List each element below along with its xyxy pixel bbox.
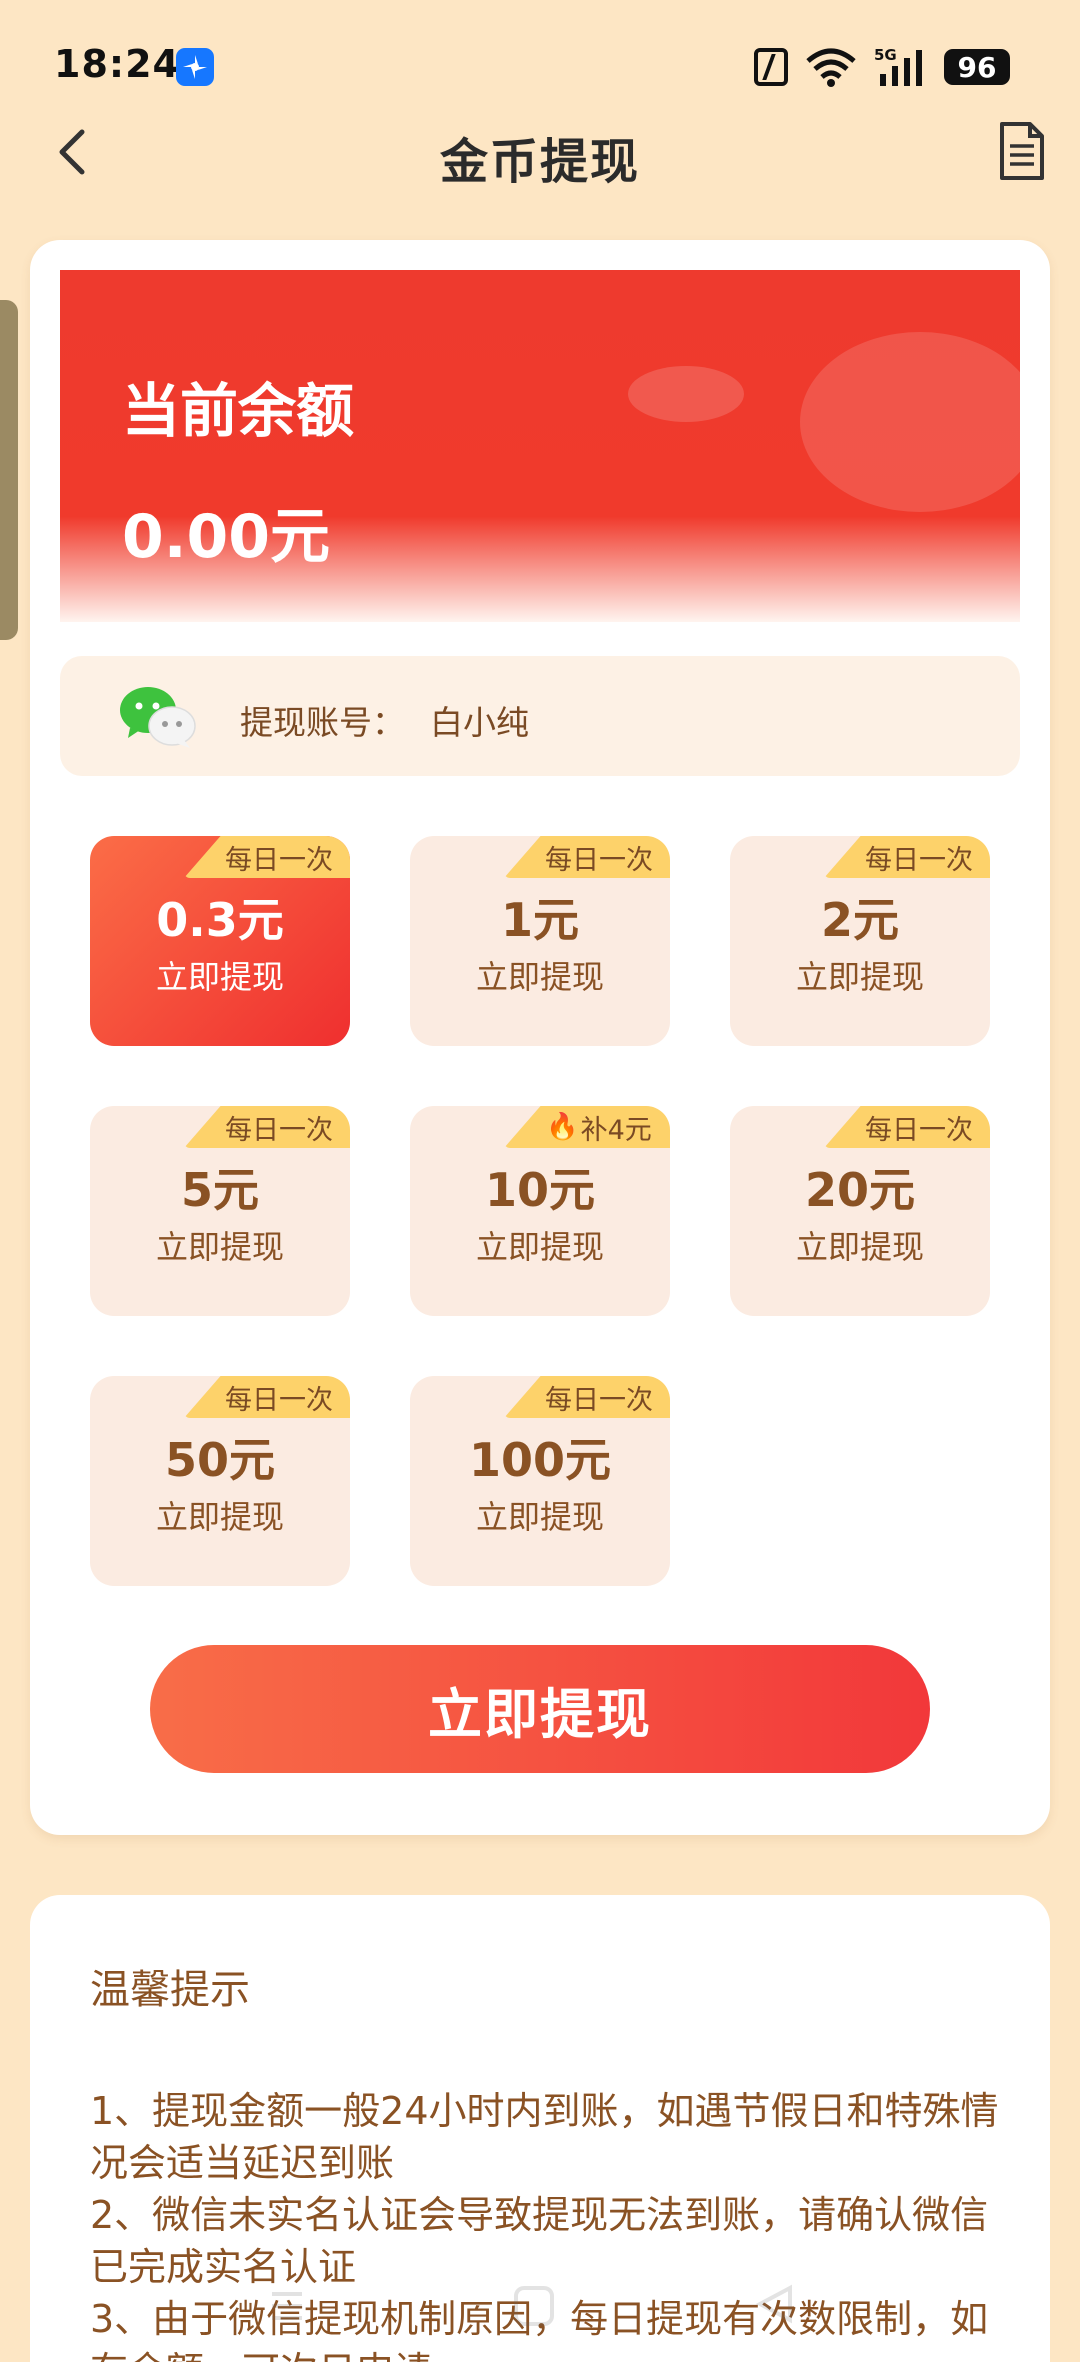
option-amount: 20元	[804, 1163, 915, 1217]
withdraw-account: 提现账号： 白小纯	[60, 656, 1020, 776]
option-amount: 100元	[468, 1433, 612, 1487]
cellular-signal-icon: 5G	[874, 46, 922, 86]
option-tag: 每日一次	[184, 836, 350, 878]
option-action-label: 立即提现	[795, 958, 924, 996]
withdraw-record-icon[interactable]	[998, 120, 1046, 182]
status-bar: 18:24 5G 96	[0, 0, 1080, 120]
option-amount: 5元	[180, 1163, 259, 1217]
app-notification-icon	[176, 48, 214, 86]
home-nav-icon	[514, 2286, 554, 2326]
option-tag: 🔥 补4元	[504, 1106, 670, 1148]
wechat-icon	[120, 687, 196, 748]
withdraw-option-1[interactable]: 每日一次 1元 立即提现	[410, 836, 670, 1046]
account-name: 白小纯	[430, 703, 529, 742]
option-tag: 每日一次	[824, 1106, 990, 1148]
withdraw-page: 18:24 5G 96 金币提现 当前余额 0.00元 提现账号： 白小纯 每日…	[0, 0, 1080, 2362]
side-drawer-handle[interactable]	[0, 300, 18, 640]
decorative-bubble	[628, 366, 744, 422]
option-amount: 1元	[500, 893, 579, 947]
withdraw-card: 当前余额 0.00元 提现账号： 白小纯 每日一次 0.3元 立即提现 每日一次…	[30, 240, 1050, 1835]
header: 金币提现	[0, 110, 1080, 194]
option-amount: 0.3元	[156, 893, 284, 947]
option-action-label: 立即提现	[475, 1228, 604, 1266]
menu-nav-icon	[272, 2292, 302, 2320]
option-tag: 每日一次	[504, 1376, 670, 1418]
nfc-icon	[754, 48, 788, 86]
tip-item: 2、微信未实名认证会导致提现无法到账，请确认微信已完成实名认证	[90, 2193, 989, 2289]
account-label: 提现账号：	[240, 703, 405, 742]
fire-icon: 🔥	[546, 1112, 579, 1142]
withdraw-option-10[interactable]: 🔥 补4元 10元 立即提现	[410, 1106, 670, 1316]
decorative-bubble	[800, 332, 1020, 512]
back-nav-icon	[755, 2284, 792, 2324]
option-tag: 每日一次	[184, 1106, 350, 1148]
withdraw-option-20[interactable]: 每日一次 20元 立即提现	[730, 1106, 990, 1316]
status-time: 18:24	[54, 42, 180, 86]
page-title: 金币提现	[439, 134, 640, 190]
option-action-label: 立即提现	[155, 1228, 284, 1266]
option-tag: 每日一次	[824, 836, 990, 878]
option-amount: 10元	[484, 1163, 595, 1217]
option-amount: 50元	[164, 1433, 275, 1487]
balance-value: 0.00元	[122, 502, 331, 572]
option-tag: 每日一次	[184, 1376, 350, 1418]
tips-title: 温馨提示	[90, 1967, 250, 2013]
option-action-label: 立即提现	[155, 1498, 284, 1536]
battery-indicator: 96	[944, 49, 1010, 85]
network-label: 5G	[874, 46, 897, 64]
option-action-label: 立即提现	[795, 1228, 924, 1266]
status-icons: 5G 96	[754, 46, 1010, 88]
balance-label: 当前余额	[122, 377, 355, 445]
option-amount: 2元	[820, 893, 899, 947]
option-action-label: 立即提现	[155, 958, 284, 996]
withdraw-option-5[interactable]: 每日一次 5元 立即提现	[90, 1106, 350, 1316]
withdraw-option-0-3[interactable]: 每日一次 0.3元 立即提现	[90, 836, 350, 1046]
withdraw-now-button[interactable]: 立即提现	[150, 1645, 930, 1773]
system-nav-bar	[272, 2284, 792, 2326]
option-action-label: 立即提现	[475, 1498, 604, 1536]
option-tag: 每日一次	[504, 836, 670, 878]
withdraw-option-50[interactable]: 每日一次 50元 立即提现	[90, 1376, 350, 1586]
balance-banner: 当前余额 0.00元	[60, 270, 1020, 622]
withdraw-option-100[interactable]: 每日一次 100元 立即提现	[410, 1376, 670, 1586]
withdraw-option-2[interactable]: 每日一次 2元 立即提现	[730, 836, 990, 1046]
option-action-label: 立即提现	[475, 958, 604, 996]
tip-item: 1、提现金额一般24小时内到账，如遇节假日和特殊情况会适当延迟到账	[90, 2089, 999, 2185]
wifi-icon	[806, 48, 856, 87]
